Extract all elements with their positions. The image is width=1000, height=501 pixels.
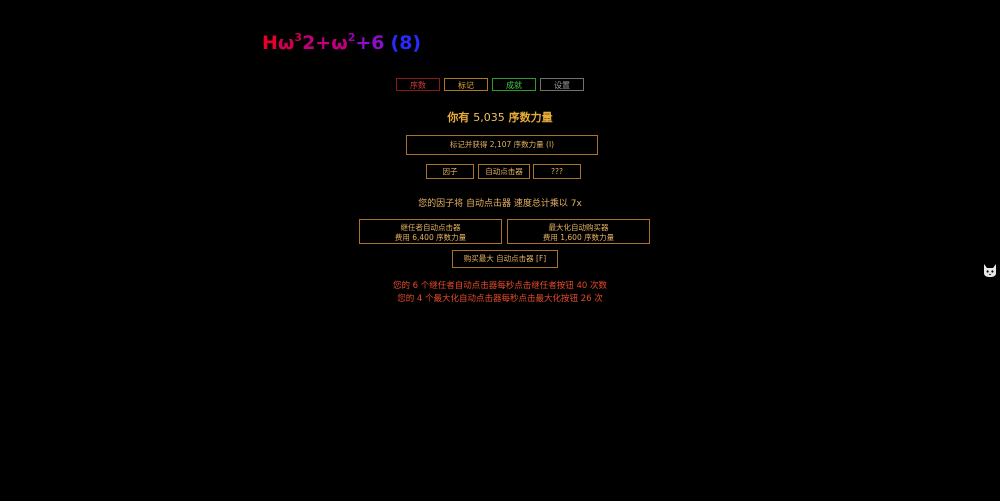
- ordinal-display: Hω32+ω2+6 (8): [262, 24, 421, 57]
- tab-markup[interactable]: 标记: [444, 78, 488, 91]
- tab-ordinal[interactable]: 序数: [396, 78, 440, 91]
- maximize-autoclicker-status: 您的 4 个最大化自动点击器每秒点击最大化按钮 26 次: [397, 294, 603, 304]
- factor-multiplier-text: 您的因子将 自动点击器 速度总计乘以 7x: [418, 199, 582, 209]
- succ-autoclicker-cost: 费用 6,400 序数力量: [394, 232, 467, 242]
- tab-achievements[interactable]: 成就: [492, 78, 536, 91]
- ordinal-two-plus: 2+ω: [302, 32, 348, 54]
- main-tabs: 序数 标记 成就 设置: [396, 78, 584, 91]
- successor-autoclicker-status: 您的 6 个继任者自动点击器每秒点击继任者按钮 40 次数: [392, 281, 608, 291]
- buy-max-autoclickers-button[interactable]: 购买最大 自动点击器 [F]: [452, 250, 558, 268]
- ordinal-omega: ω: [277, 32, 295, 54]
- ordinal-power-display: 你有 5,035 序数力量: [0, 109, 1000, 125]
- ordinal-plus6: +6: [355, 32, 385, 54]
- subtab-autoclickers[interactable]: 自动点击器: [478, 164, 530, 179]
- power-amount: 5,035: [473, 111, 505, 124]
- cat-icon[interactable]: [982, 262, 998, 278]
- max-autoclicker-title: 最大化自动购买器: [548, 222, 609, 232]
- buy-maximize-autobuyer-button[interactable]: 最大化自动购买器 费用 1,600 序数力量: [507, 219, 650, 244]
- ordinal-base: (8): [390, 32, 422, 54]
- subtab-unknown[interactable]: ???: [533, 164, 581, 179]
- tab-settings[interactable]: 设置: [540, 78, 584, 91]
- subtab-factors[interactable]: 因子: [426, 164, 474, 179]
- ordinal-h: H: [262, 32, 278, 54]
- power-suffix: 序数力量: [508, 111, 553, 124]
- markup-button[interactable]: 标记并获得 2,107 序数力量 (I): [406, 135, 598, 155]
- power-prefix: 你有: [447, 111, 470, 124]
- max-autoclicker-cost: 费用 1,600 序数力量: [542, 232, 615, 242]
- page: Hω32+ω2+6 (8) 序数 标记 成就 设置 你有 5,035 序数力量 标…: [0, 0, 1000, 501]
- succ-autoclicker-title: 继任者自动点击器: [400, 222, 461, 232]
- buy-successor-autoclicker-button[interactable]: 继任者自动点击器 费用 6,400 序数力量: [359, 219, 502, 244]
- ordinal-exp3: 3: [294, 31, 303, 44]
